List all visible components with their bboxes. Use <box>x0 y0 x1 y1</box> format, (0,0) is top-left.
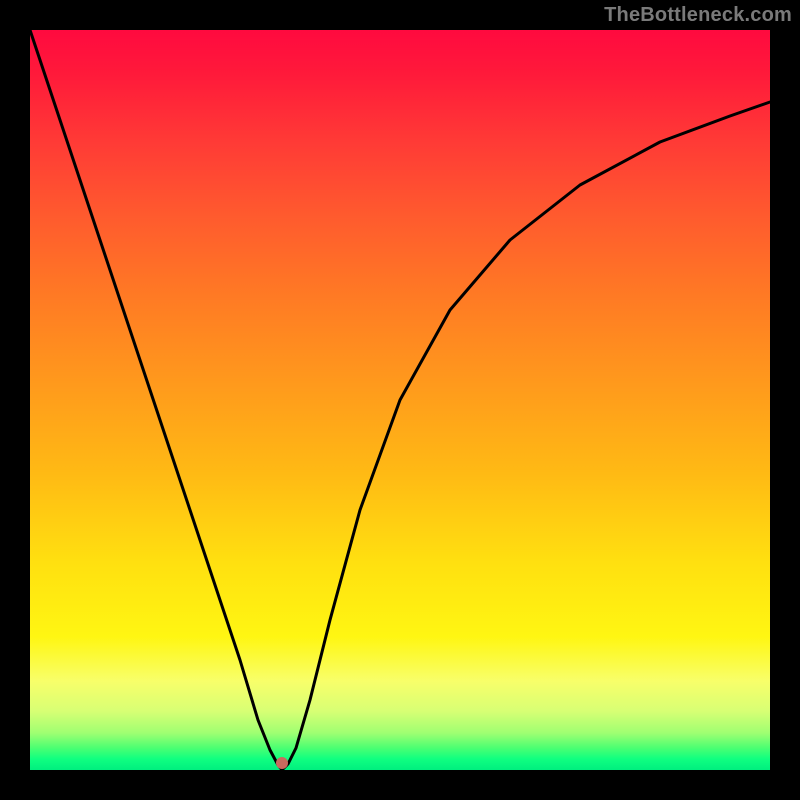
marker-dot <box>276 757 288 769</box>
plot-area <box>30 30 770 770</box>
bottleneck-curve <box>30 30 770 770</box>
curve-path <box>30 30 770 770</box>
chart-frame: TheBottleneck.com <box>0 0 800 800</box>
watermark-text: TheBottleneck.com <box>604 4 792 27</box>
